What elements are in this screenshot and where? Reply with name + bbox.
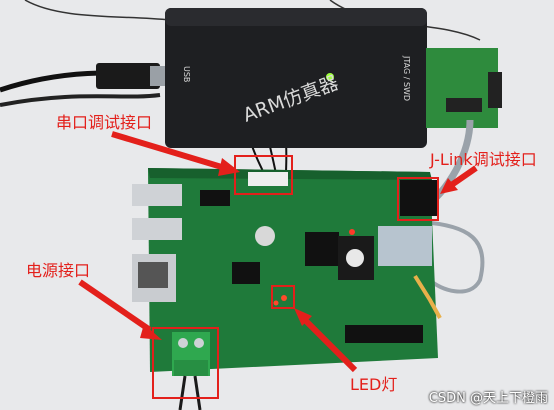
watermark: CSDN @天上下橙雨 <box>428 391 548 406</box>
usb-host-port-1 <box>132 184 182 206</box>
jlink-port-label: J-Link调试接口 <box>430 150 537 169</box>
power-port-label: 电源接口 <box>26 261 91 280</box>
photo-stage: ARM仿真器 USB JTAG / SWD 串口调试接口 J-Link调试接口 … <box>0 0 554 410</box>
power-terminal-block <box>172 332 210 376</box>
board-led <box>281 295 287 301</box>
jtag-mark-text: JTAG / SWD <box>402 55 411 101</box>
cpu-chip <box>305 232 339 266</box>
serial-header <box>248 172 288 186</box>
serial-port-label: 串口调试接口 <box>56 113 153 132</box>
photo-illustration: ARM仿真器 USB JTAG / SWD <box>0 0 554 410</box>
lcd-connector <box>378 226 432 266</box>
jtag-adapter-board <box>426 48 502 128</box>
arm-emulator-box: ARM仿真器 USB JTAG / SWD <box>165 8 427 148</box>
gpio-header <box>345 325 423 343</box>
usb-mark-text: USB <box>182 66 191 82</box>
led-label: LED灯 <box>350 375 398 394</box>
buzzer <box>255 226 275 246</box>
jlink-header <box>400 180 438 216</box>
phy-chip <box>232 262 260 284</box>
usb-host-port-2 <box>132 218 182 240</box>
